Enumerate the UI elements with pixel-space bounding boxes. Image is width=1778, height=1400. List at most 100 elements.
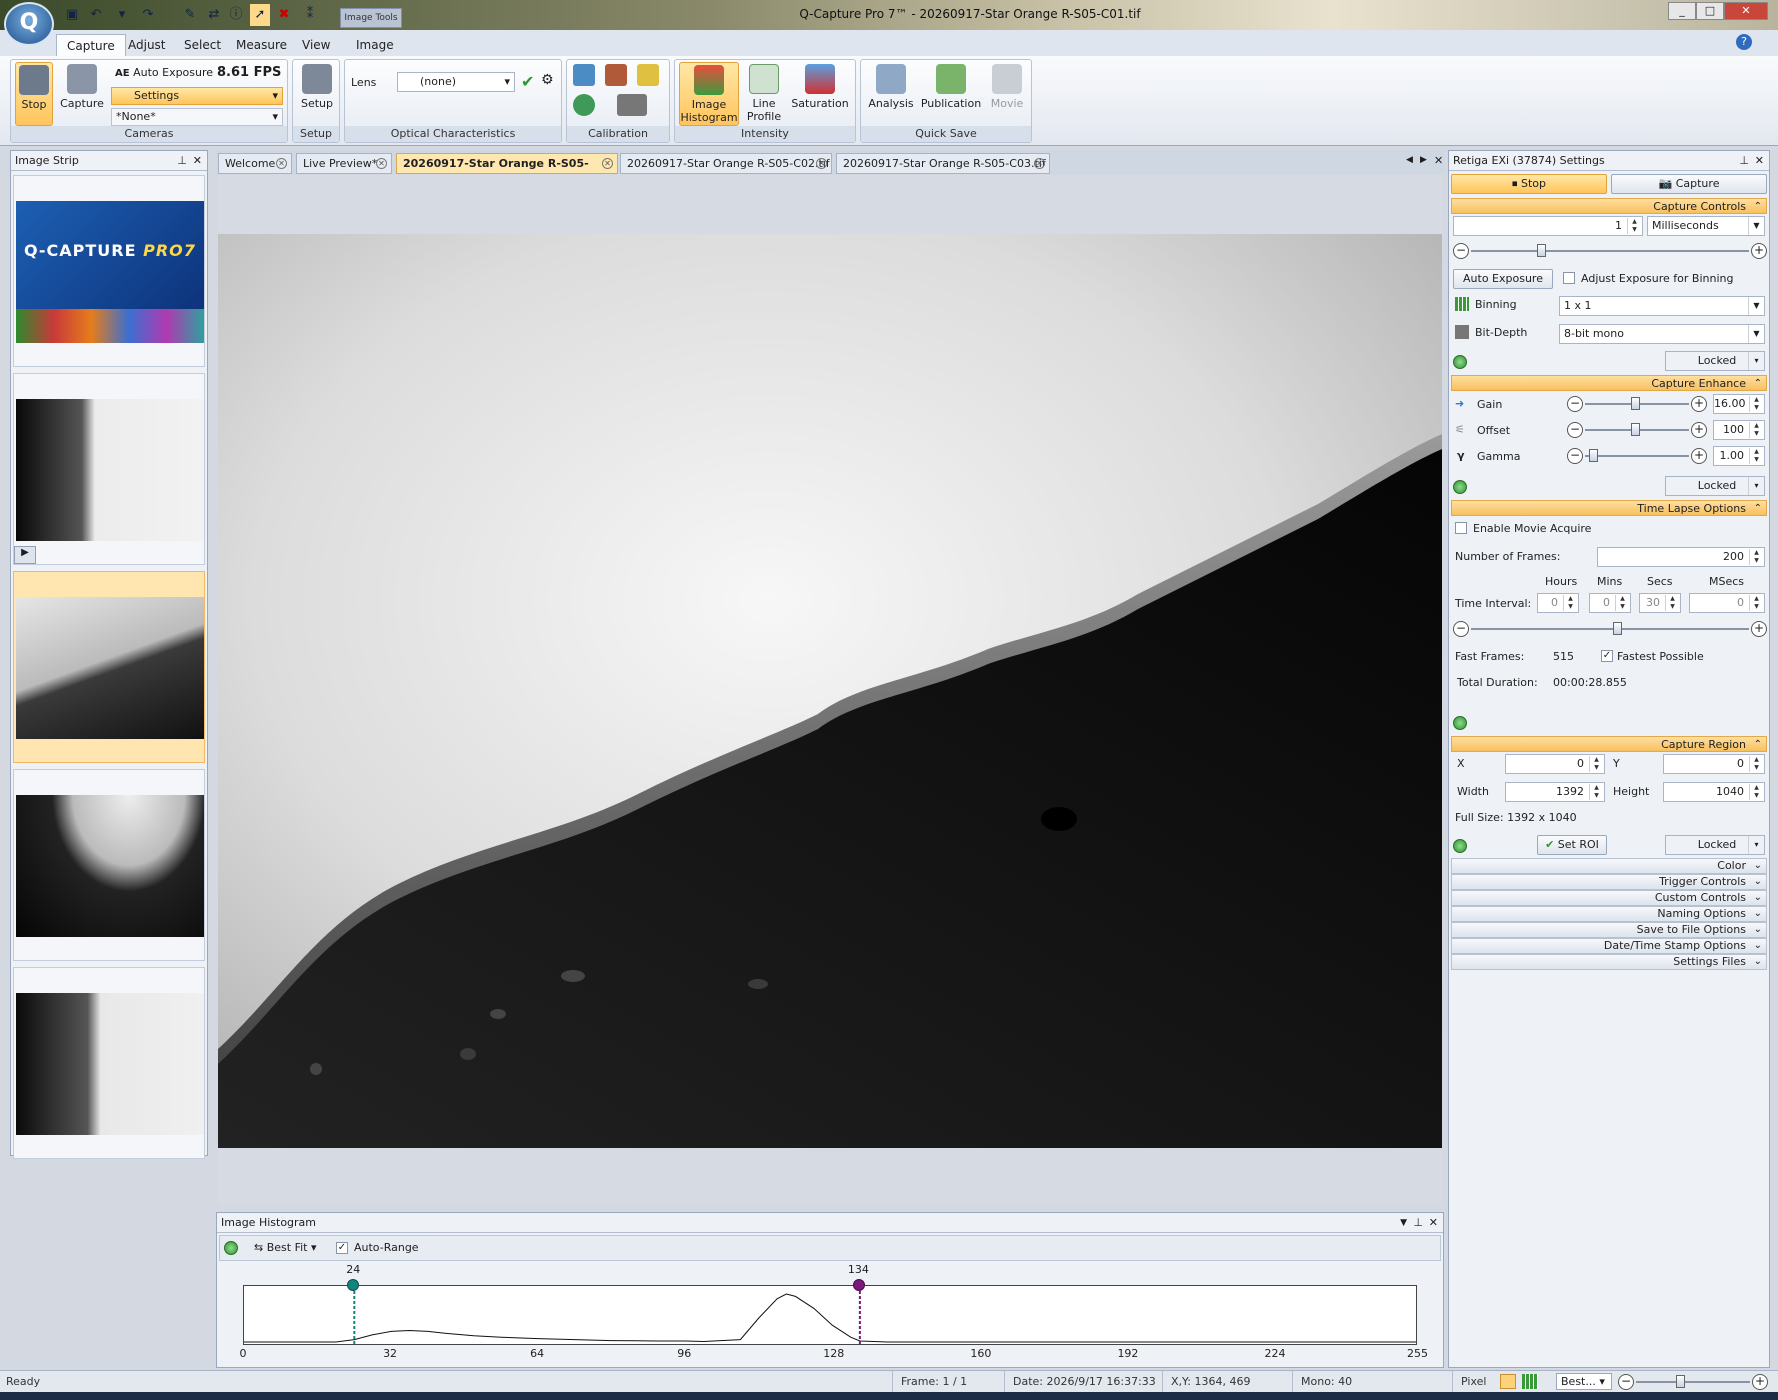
section-capture-controls[interactable]: Capture Controls ⌃ xyxy=(1451,198,1767,214)
stop-button[interactable]: Stop xyxy=(15,62,53,126)
spinner-icon[interactable]: ▲ ▼ xyxy=(1589,784,1603,800)
zoom-dropdown[interactable]: Best... ▾ xyxy=(1556,1373,1612,1390)
refresh-icon[interactable] xyxy=(1453,355,1467,369)
x-input[interactable]: 0 ▲ ▼ xyxy=(1505,754,1605,774)
gamma-slider[interactable]: − + xyxy=(1567,448,1707,464)
pin-icon[interactable]: ⊥ xyxy=(177,151,187,171)
mins-input[interactable]: 0 ▲ ▼ xyxy=(1589,593,1631,613)
close-tab-icon[interactable]: ✕ xyxy=(1034,158,1045,169)
spinner-icon[interactable]: ▲ ▼ xyxy=(1749,448,1763,464)
tab-adjust[interactable]: Adjust xyxy=(118,34,176,56)
locked-dropdown[interactable]: Locked ▾ xyxy=(1665,351,1765,371)
close-tab-icon[interactable]: ✕ xyxy=(276,158,287,169)
exposure-slider[interactable]: − + xyxy=(1453,243,1767,259)
gain-input[interactable]: 16.00 ▲ ▼ xyxy=(1713,394,1765,414)
section-color[interactable]: Color ⌄ xyxy=(1451,858,1767,874)
spinner-icon[interactable]: ▲ ▼ xyxy=(1627,218,1641,234)
plus-icon[interactable]: + xyxy=(1751,621,1767,637)
histogram-chart[interactable] xyxy=(243,1285,1417,1345)
tab-measure[interactable]: Measure xyxy=(226,34,297,56)
high-marker-handle[interactable] xyxy=(852,1279,865,1291)
refresh-icon[interactable] xyxy=(1453,839,1467,853)
brush-icon[interactable]: ✎ xyxy=(180,4,200,26)
interval-slider[interactable]: − + xyxy=(1453,621,1767,637)
spinner-icon[interactable]: ▲ ▼ xyxy=(1749,756,1763,772)
secs-input[interactable]: 30 ▲ ▼ xyxy=(1639,593,1681,613)
scroll-left-icon[interactable]: ◀ xyxy=(1406,155,1413,165)
thumbnail-c02[interactable] xyxy=(13,769,205,961)
slider-thumb[interactable] xyxy=(1676,1375,1685,1388)
tab-select[interactable]: Select xyxy=(174,34,231,56)
offset-slider[interactable]: − + xyxy=(1567,422,1707,438)
plus-icon[interactable]: + xyxy=(1691,422,1707,438)
spinner-icon[interactable]: ▲ ▼ xyxy=(1749,784,1763,800)
spinner-icon[interactable]: ▲ ▼ xyxy=(1665,595,1679,611)
chevron-down-icon[interactable]: ▼ xyxy=(1400,1213,1407,1233)
slider-thumb[interactable] xyxy=(1537,244,1546,257)
dropdown-icon[interactable]: ▾ xyxy=(112,4,132,26)
close-icon[interactable]: ✕ xyxy=(193,151,202,171)
plus-icon[interactable]: + xyxy=(1752,1374,1768,1390)
tab-c02[interactable]: 20260917-Star Orange R-S05-C02.tif ✕ xyxy=(620,153,832,174)
best-fit-dropdown[interactable]: ⇆ Best Fit ▾ xyxy=(254,1241,317,1254)
tab-live-preview[interactable]: Live Preview* ✕ xyxy=(296,153,392,174)
minus-icon[interactable]: − xyxy=(1453,243,1469,259)
locked-dropdown[interactable]: Locked ▾ xyxy=(1665,476,1765,496)
auto-exposure-button[interactable]: Auto Exposure xyxy=(1453,269,1553,289)
section-time-lapse[interactable]: Time Lapse Options ⌃ xyxy=(1451,500,1767,516)
zoom-slider[interactable]: − + xyxy=(1618,1374,1768,1390)
plus-icon[interactable]: + xyxy=(1751,243,1767,259)
close-tab-icon[interactable]: ✕ xyxy=(602,158,613,169)
auto-range-checkbox[interactable]: ✓ xyxy=(336,1242,348,1254)
checkmark-icon[interactable]: ✔ xyxy=(521,72,534,91)
plus-icon[interactable]: + xyxy=(1691,396,1707,412)
gain-slider[interactable]: − + xyxy=(1567,396,1707,412)
section-date-time-options[interactable]: Date/Time Stamp Options ⌄ xyxy=(1451,938,1767,954)
line-profile-button[interactable]: Line Profile xyxy=(743,62,785,123)
minus-icon[interactable]: − xyxy=(1567,448,1583,464)
close-tab-icon[interactable]: ✕ xyxy=(816,158,827,169)
scroll-right-icon[interactable]: ▶ xyxy=(1420,155,1427,165)
gamma-input[interactable]: 1.00 ▲ ▼ xyxy=(1713,446,1765,466)
lens-dropdown[interactable]: (none) ▾ xyxy=(397,72,515,92)
tab-capture[interactable]: Capture xyxy=(56,34,126,56)
settings-dropdown[interactable]: Settings ▾ xyxy=(111,87,283,105)
section-naming-options[interactable]: Naming Options ⌄ xyxy=(1451,906,1767,922)
tab-image[interactable]: Image xyxy=(346,34,404,56)
offset-input[interactable]: 100 ▲ ▼ xyxy=(1713,420,1765,440)
capture-button[interactable]: 📷 Capture xyxy=(1611,174,1767,194)
enable-movie-checkbox[interactable] xyxy=(1455,522,1467,534)
refresh-calibration-icon[interactable] xyxy=(573,94,595,116)
help-icon[interactable]: ? xyxy=(1736,34,1752,50)
thumbnail-live-preview[interactable]: ▶ xyxy=(13,373,205,565)
slider-thumb[interactable] xyxy=(1589,449,1598,462)
spinner-icon[interactable]: ▲ ▼ xyxy=(1749,396,1763,412)
thumbnail-c01[interactable] xyxy=(13,571,205,763)
spinner-icon[interactable]: ▲ ▼ xyxy=(1749,549,1763,565)
calibration-icon[interactable] xyxy=(573,64,595,86)
refresh-icon[interactable] xyxy=(1453,716,1467,730)
ruler-icon[interactable] xyxy=(637,64,659,86)
fastest-checkbox[interactable]: ✓ xyxy=(1601,650,1613,662)
grid-view-icon[interactable] xyxy=(1522,1374,1538,1389)
saturation-button[interactable]: Saturation xyxy=(789,62,851,110)
close-icon[interactable]: ✕ xyxy=(1429,1213,1438,1233)
tab-view[interactable]: View xyxy=(292,34,340,56)
auto-exposure-button[interactable]: AE Auto Exposure xyxy=(115,66,213,79)
tab-c03[interactable]: 20260917-Star Orange R-S05-C03.tif ✕ xyxy=(836,153,1050,174)
bit-depth-dropdown[interactable]: 8-bit mono ▼ xyxy=(1559,324,1765,344)
tab-c01[interactable]: 20260917-Star Orange R-S05-C01.tif✕ xyxy=(396,153,618,189)
thumbnail-welcome[interactable]: Q-CAPTURE PRO7 xyxy=(13,175,205,367)
slider-thumb[interactable] xyxy=(1631,423,1640,436)
exposure-input[interactable]: 1 ▲ ▼ xyxy=(1453,216,1643,236)
redo-icon[interactable]: ↷ xyxy=(138,4,158,26)
spinner-icon[interactable]: ▲ ▼ xyxy=(1589,756,1603,772)
info-icon[interactable]: ⓘ xyxy=(226,4,246,26)
tab-welcome[interactable]: Welcome ✕ xyxy=(218,153,292,174)
maximize-button[interactable]: □ xyxy=(1696,2,1724,20)
gear-icon[interactable]: ⚙ xyxy=(541,72,554,88)
image-histogram-button[interactable]: Image Histogram xyxy=(679,62,739,126)
binning-dropdown[interactable]: 1 x 1 ▼ xyxy=(1559,296,1765,316)
spinner-icon[interactable]: ▲ ▼ xyxy=(1615,595,1629,611)
movie-button[interactable]: Movie xyxy=(985,62,1029,110)
